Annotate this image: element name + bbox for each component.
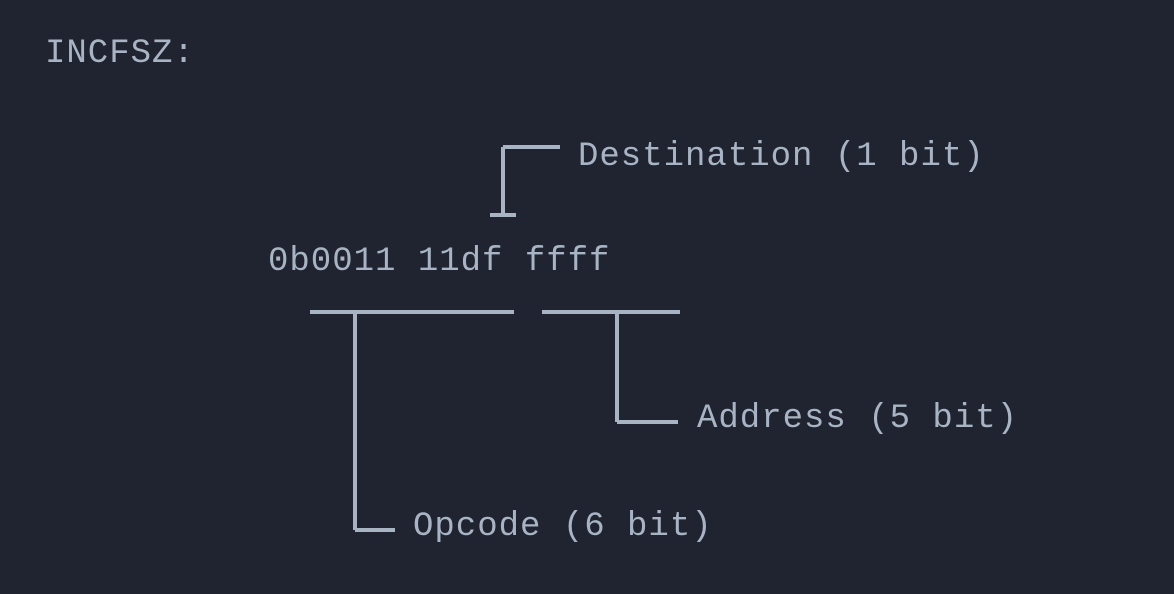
connector-lines [0, 0, 1174, 594]
opcode-annotation: Opcode (6 bit) [413, 508, 713, 546]
address-annotation: Address (5 bit) [697, 400, 1018, 438]
instruction-title: INCFSZ: [45, 35, 195, 73]
instruction-encoding: 0b0011 11df ffff [268, 243, 610, 281]
destination-annotation: Destination (1 bit) [578, 138, 985, 176]
